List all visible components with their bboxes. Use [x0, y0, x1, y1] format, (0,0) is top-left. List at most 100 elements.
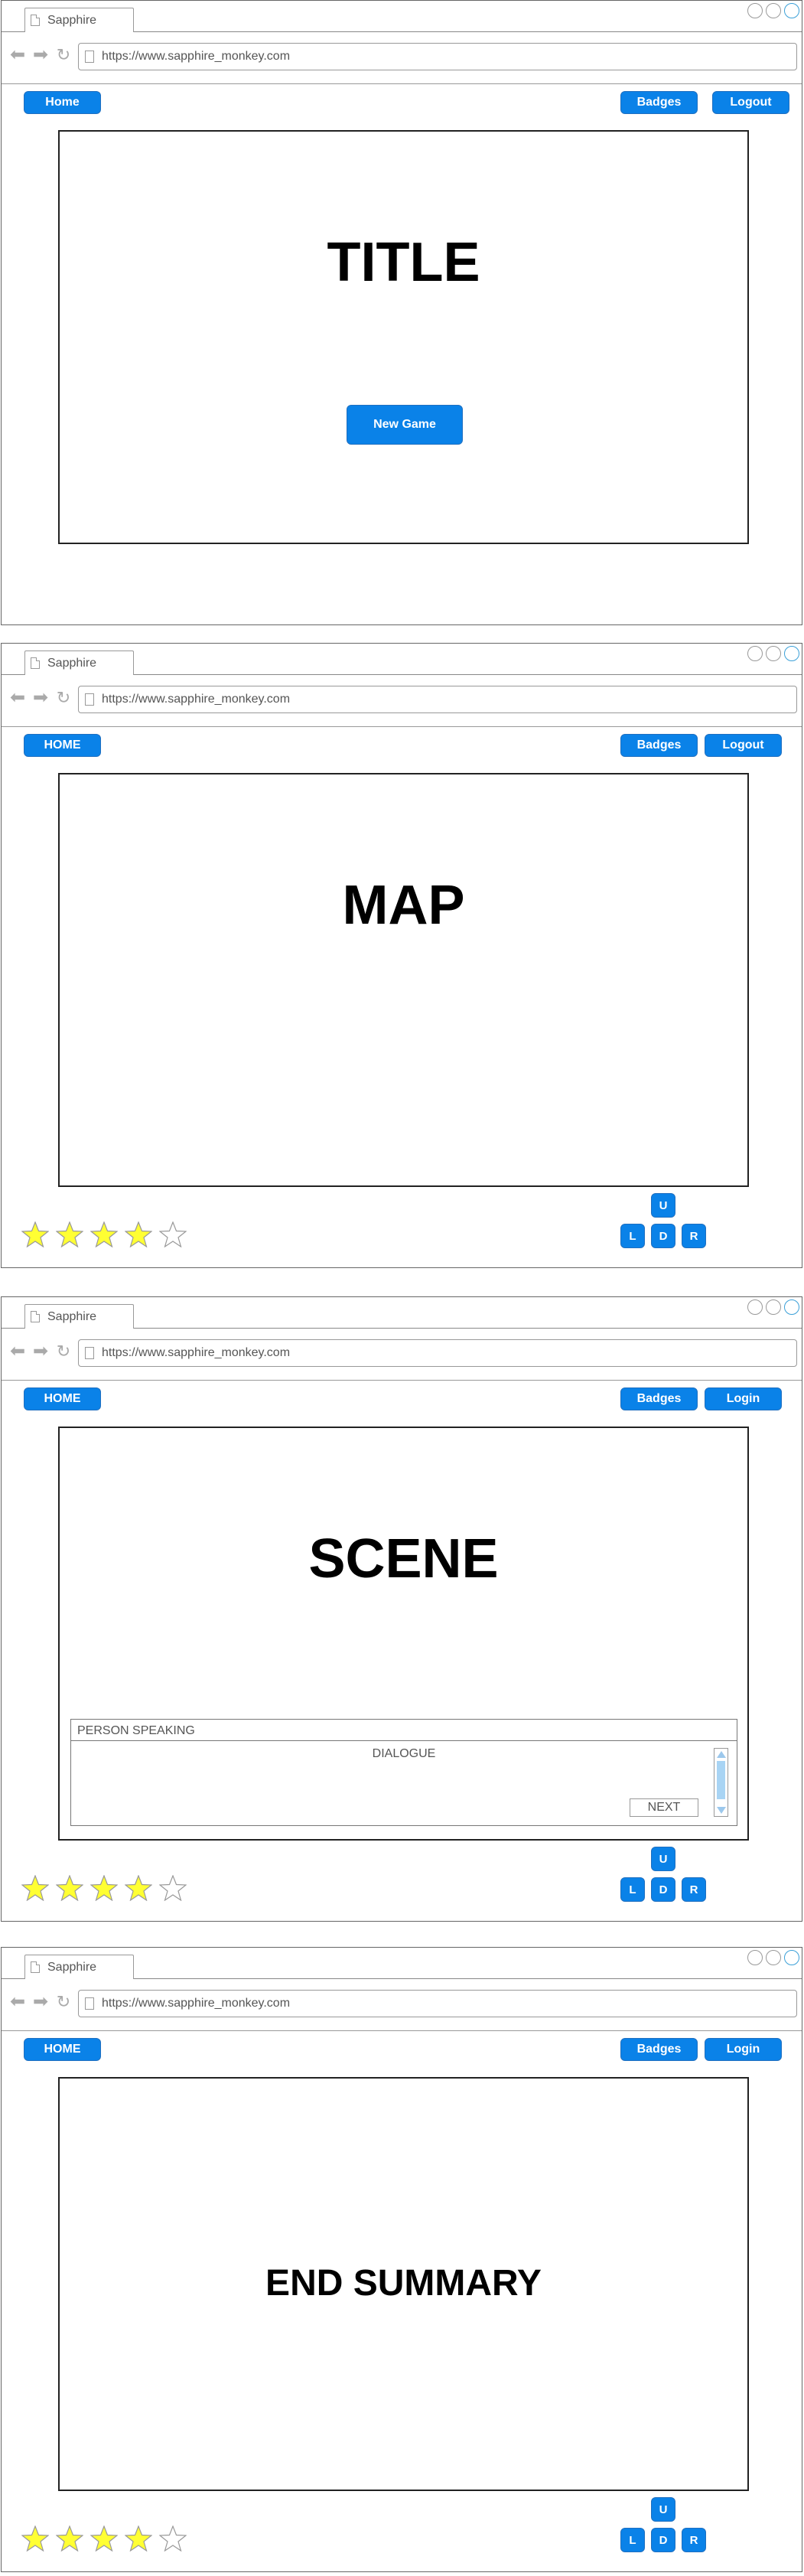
tab-strip: Sapphire [2, 1, 802, 32]
dialogue-scrollbar[interactable] [714, 1748, 728, 1817]
forward-arrow-icon[interactable]: ➡ [32, 1993, 49, 2011]
dpad-down-button[interactable]: D [651, 1224, 675, 1248]
reload-icon[interactable]: ↻ [55, 690, 72, 706]
dpad-down-button[interactable]: D [651, 1877, 675, 1902]
dpad-up-button[interactable]: U [651, 2497, 675, 2522]
minimize-icon[interactable] [747, 3, 763, 18]
browser-window-title: Sapphire ⬅ ➡ ↻ https://www.sapphire_monk… [1, 0, 802, 625]
home-button[interactable]: HOME [24, 1387, 101, 1410]
login-button[interactable]: Login [705, 2038, 782, 2061]
star-icon[interactable] [125, 2525, 152, 2552]
url-text[interactable]: https://www.sapphire_monkey.com [102, 1997, 290, 2010]
url-text[interactable]: https://www.sapphire_monkey.com [102, 50, 290, 64]
page-icon [85, 693, 94, 706]
star-icon[interactable] [90, 1221, 118, 1247]
back-arrow-icon[interactable]: ⬅ [9, 46, 26, 64]
dpad-right-button[interactable]: R [682, 1877, 706, 1902]
tab-strip: Sapphire [2, 644, 802, 675]
browser-tab[interactable]: Sapphire [24, 651, 134, 675]
star-icon[interactable] [125, 1221, 152, 1247]
new-game-button[interactable]: New Game [347, 405, 463, 445]
back-arrow-icon[interactable]: ⬅ [9, 1342, 26, 1361]
star-rating [21, 1221, 187, 1247]
reload-icon[interactable]: ↻ [55, 1994, 72, 2010]
browser-tab[interactable]: Sapphire [24, 1304, 134, 1329]
url-text[interactable]: https://www.sapphire_monkey.com [102, 1346, 290, 1360]
next-button[interactable]: NEXT [630, 1798, 698, 1817]
dpad-left-button[interactable]: L [620, 1877, 645, 1902]
star-icon[interactable] [56, 1875, 83, 1901]
page-title: TITLE [327, 232, 480, 293]
logout-button[interactable]: Logout [705, 734, 782, 757]
maximize-icon[interactable] [766, 1950, 781, 1965]
tab-strip: Sapphire [2, 1948, 802, 1979]
back-arrow-icon[interactable]: ⬅ [9, 1993, 26, 2011]
forward-arrow-icon[interactable]: ➡ [32, 46, 49, 64]
back-arrow-icon[interactable]: ⬅ [9, 689, 26, 707]
scroll-down-icon[interactable] [717, 1807, 726, 1814]
star-icon[interactable] [159, 1221, 187, 1247]
dpad-left-button[interactable]: L [620, 2528, 645, 2552]
map-canvas[interactable]: MAP [58, 773, 749, 1187]
scene-canvas: SCENE PERSON SPEAKING DIALOGUE NEXT [58, 1427, 749, 1841]
url-bar[interactable]: https://www.sapphire_monkey.com [78, 686, 797, 713]
star-icon[interactable] [159, 2525, 187, 2552]
star-icon[interactable] [21, 2525, 49, 2552]
star-icon[interactable] [90, 1875, 118, 1901]
home-button[interactable]: Home [24, 91, 101, 114]
star-icon[interactable] [125, 1875, 152, 1901]
page-icon [31, 1961, 40, 1973]
badges-button[interactable]: Badges [620, 734, 698, 757]
close-icon[interactable] [784, 1950, 799, 1965]
address-row: ⬅ ➡ ↻ https://www.sapphire_monkey.com [2, 31, 802, 84]
url-bar[interactable]: https://www.sapphire_monkey.com [78, 43, 797, 70]
scroll-up-icon[interactable] [717, 1751, 726, 1758]
dpad-up-button[interactable]: U [651, 1193, 675, 1218]
login-button[interactable]: Login [705, 1387, 782, 1410]
summary-canvas: END SUMMARY [58, 2077, 749, 2491]
forward-arrow-icon[interactable]: ➡ [32, 689, 49, 707]
star-icon[interactable] [90, 2525, 118, 2552]
close-icon[interactable] [784, 646, 799, 661]
star-icon[interactable] [159, 1875, 187, 1901]
address-row: ⬅ ➡ ↻ https://www.sapphire_monkey.com [2, 1978, 802, 2031]
reload-icon[interactable]: ↻ [55, 1343, 72, 1360]
browser-tab[interactable]: Sapphire [24, 8, 134, 32]
star-icon[interactable] [56, 1221, 83, 1247]
badges-button[interactable]: Badges [620, 1387, 698, 1410]
browser-tab[interactable]: Sapphire [24, 1955, 134, 1979]
home-button[interactable]: HOME [24, 2038, 101, 2061]
scroll-thumb[interactable] [717, 1761, 725, 1799]
dpad-down-button[interactable]: D [651, 2528, 675, 2552]
forward-arrow-icon[interactable]: ➡ [32, 1342, 49, 1361]
minimize-icon[interactable] [747, 646, 763, 661]
maximize-icon[interactable] [766, 646, 781, 661]
reload-icon[interactable]: ↻ [55, 47, 72, 64]
url-bar[interactable]: https://www.sapphire_monkey.com [78, 1990, 797, 2017]
dpad-up-button[interactable]: U [651, 1847, 675, 1871]
badges-button[interactable]: Badges [620, 91, 698, 114]
star-icon[interactable] [21, 1221, 49, 1247]
home-button[interactable]: HOME [24, 734, 101, 757]
minimize-icon[interactable] [747, 1299, 763, 1315]
star-icon[interactable] [56, 2525, 83, 2552]
badges-button[interactable]: Badges [620, 2038, 698, 2061]
browser-window-end-summary: Sapphire ⬅ ➡ ↻ https://www.sapphire_monk… [1, 1947, 802, 2572]
star-icon[interactable] [21, 1875, 49, 1901]
maximize-icon[interactable] [766, 3, 781, 18]
logout-button[interactable]: Logout [712, 91, 789, 114]
minimize-icon[interactable] [747, 1950, 763, 1965]
tab-label: Sapphire [47, 657, 97, 670]
page-title: SCENE [308, 1528, 499, 1590]
dpad-right-button[interactable]: R [682, 1224, 706, 1248]
tab-strip: Sapphire [2, 1297, 802, 1329]
close-icon[interactable] [784, 1299, 799, 1315]
window-controls [747, 1299, 799, 1315]
dpad-right-button[interactable]: R [682, 2528, 706, 2552]
dpad-left-button[interactable]: L [620, 1224, 645, 1248]
close-icon[interactable] [784, 3, 799, 18]
url-bar[interactable]: https://www.sapphire_monkey.com [78, 1339, 797, 1367]
maximize-icon[interactable] [766, 1299, 781, 1315]
address-row: ⬅ ➡ ↻ https://www.sapphire_monkey.com [2, 674, 802, 727]
url-text[interactable]: https://www.sapphire_monkey.com [102, 693, 290, 706]
